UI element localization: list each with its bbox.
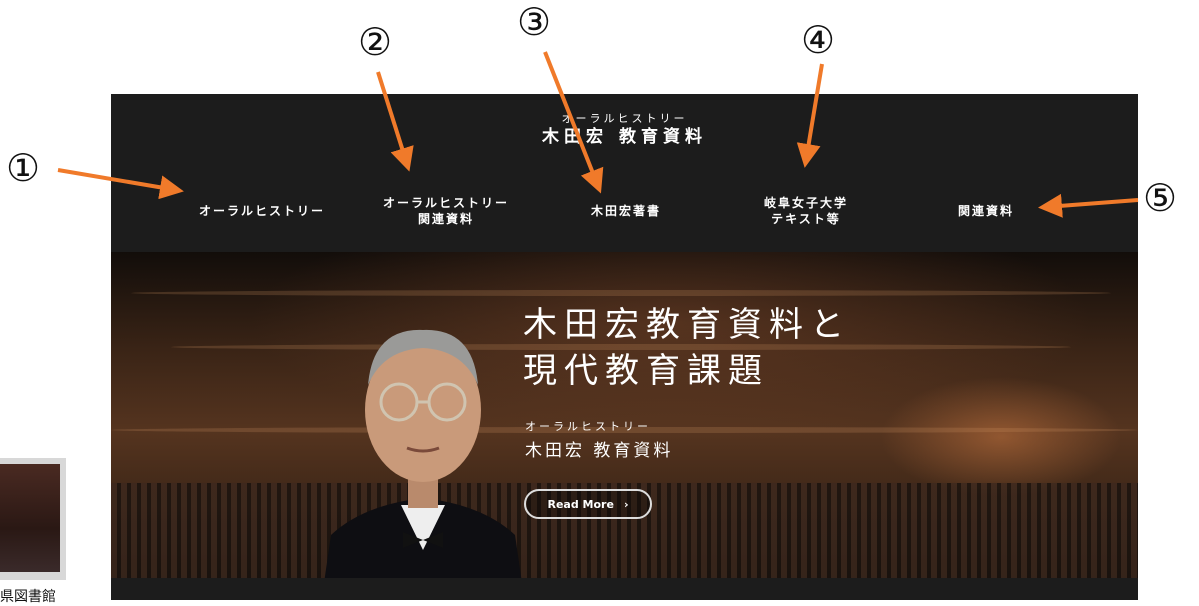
nav-item-oral-history[interactable]: オーラルヒストリー: [177, 189, 347, 233]
hero-subtitle-small: オーラルヒストリー: [525, 420, 651, 433]
nav-item-related-materials[interactable]: 関連資料: [911, 189, 1061, 233]
nav-label-line1: オーラルヒストリー: [382, 196, 509, 210]
hall-balcony: [131, 290, 1111, 296]
annotation-number: ⑤: [1143, 176, 1178, 220]
thumbnail-caption: 県図書館: [0, 589, 56, 605]
nav-label: 関連資料: [957, 204, 1014, 218]
nav-item-gifu-texts[interactable]: 岐阜女子大学 テキスト等: [731, 189, 881, 233]
hero-title-line2: 現代教育課題: [523, 351, 769, 391]
chevron-right-icon: ›: [623, 497, 629, 511]
portrait-figure: [324, 329, 522, 578]
website-frame: オーラルヒストリー 木田宏 教育資料 オーラルヒストリー オーラルヒストリー 関…: [111, 94, 1138, 600]
hero-title-line1: 木田宏教育資料と: [523, 305, 851, 345]
read-more-label: Read More: [547, 497, 614, 511]
annotation-number: ①: [6, 146, 41, 190]
hero-banner: 木田宏教育資料と 現代教育課題 オーラルヒストリー 木田宏 教育資料 Read …: [111, 252, 1138, 578]
annotation-number: ③: [517, 0, 552, 44]
nav-label: オーラルヒストリー: [198, 204, 325, 218]
annotation-number: ④: [801, 18, 836, 62]
nav-label: 木田宏著書: [590, 204, 661, 218]
library-thumbnail[interactable]: [0, 458, 66, 580]
site-logo[interactable]: オーラルヒストリー 木田宏 教育資料: [111, 112, 1138, 148]
nav-label-line2: テキスト等: [771, 212, 841, 226]
nav-item-oral-history-related[interactable]: オーラルヒストリー 関連資料: [361, 189, 531, 233]
thumbnail-image: [0, 464, 60, 572]
hero-title: 木田宏教育資料と 現代教育課題: [523, 302, 851, 394]
annotation-number: ②: [358, 20, 393, 64]
read-more-button[interactable]: Read More ›: [524, 489, 652, 519]
nav-label-line1: 岐阜女子大学: [763, 196, 848, 210]
hero-subtitle: 木田宏 教育資料: [525, 441, 674, 461]
logo-subtitle: オーラルヒストリー: [561, 112, 688, 125]
nav-item-kida-books[interactable]: 木田宏著書: [551, 189, 701, 233]
logo-title: 木田宏 教育資料: [542, 127, 707, 147]
nav-label-line2: 関連資料: [417, 212, 474, 226]
